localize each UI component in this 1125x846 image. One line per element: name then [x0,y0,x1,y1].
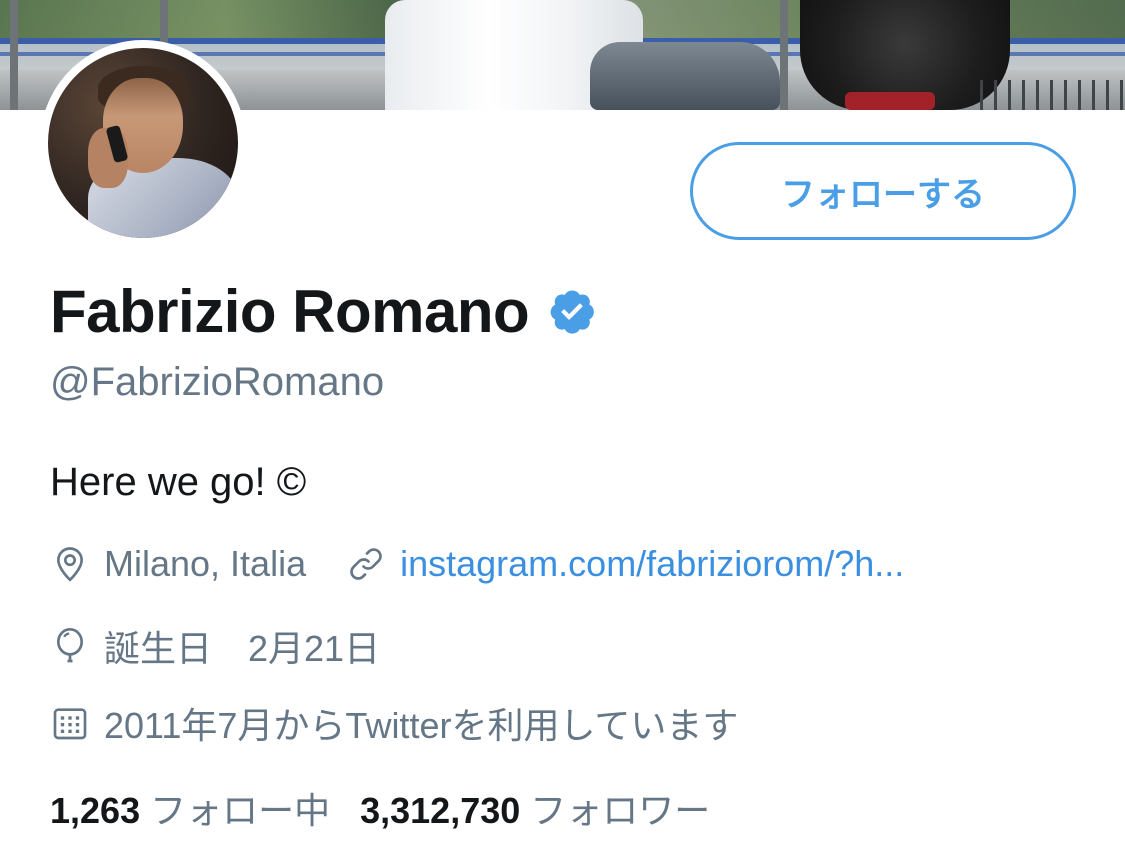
profile-meta-location-row: Milano, Italia instagram.com/fabriziorom… [50,543,904,585]
banner-camera-detail [845,92,935,110]
profile-name: Fabrizio Romano [50,277,530,345]
profile-bio: Here we go! © [50,460,307,504]
following-stat[interactable]: 1,263 フォロー中 [50,782,330,834]
calendar-icon [53,708,87,740]
profile-handle: @FabrizioRomano [50,360,385,404]
banner-fence [980,80,1125,110]
banner-car [590,42,780,110]
balloon-icon [57,628,83,663]
profile-avatar[interactable] [40,40,246,246]
banner-pole [780,0,788,110]
profile-meta-joined-row: 2011年7月からTwitterを利用しています [50,697,738,749]
profile-website-group[interactable]: instagram.com/fabriziorom/?h... [346,543,904,585]
link-icon [350,548,382,580]
verified-badge-icon [550,290,595,334]
profile-location: Milano, Italia [104,543,307,584]
location-pin-icon [56,547,84,582]
follow-button[interactable]: フォローする [690,142,1076,240]
following-count: 1,263 [50,790,141,831]
followers-label: フォロワー [530,790,711,831]
profile-name-row: Fabrizio Romano [50,276,597,346]
profile-website-link[interactable]: instagram.com/fabriziorom/?h... [400,543,904,585]
profile-meta-birthday-row: 誕生日 2月21日 [50,620,380,672]
followers-stat[interactable]: 3,312,730 フォロワー [360,782,710,834]
avatar-photo [48,48,238,238]
profile-joined-date: 2011年7月からTwitterを利用しています [104,705,739,746]
profile-birthday: 誕生日 2月21日 [104,628,381,669]
followers-count: 3,312,730 [360,790,521,831]
banner-pole [10,0,18,110]
following-label: フォロー中 [150,790,331,831]
profile-stats: 1,263 フォロー中 3,312,730 フォロワー [50,782,710,834]
